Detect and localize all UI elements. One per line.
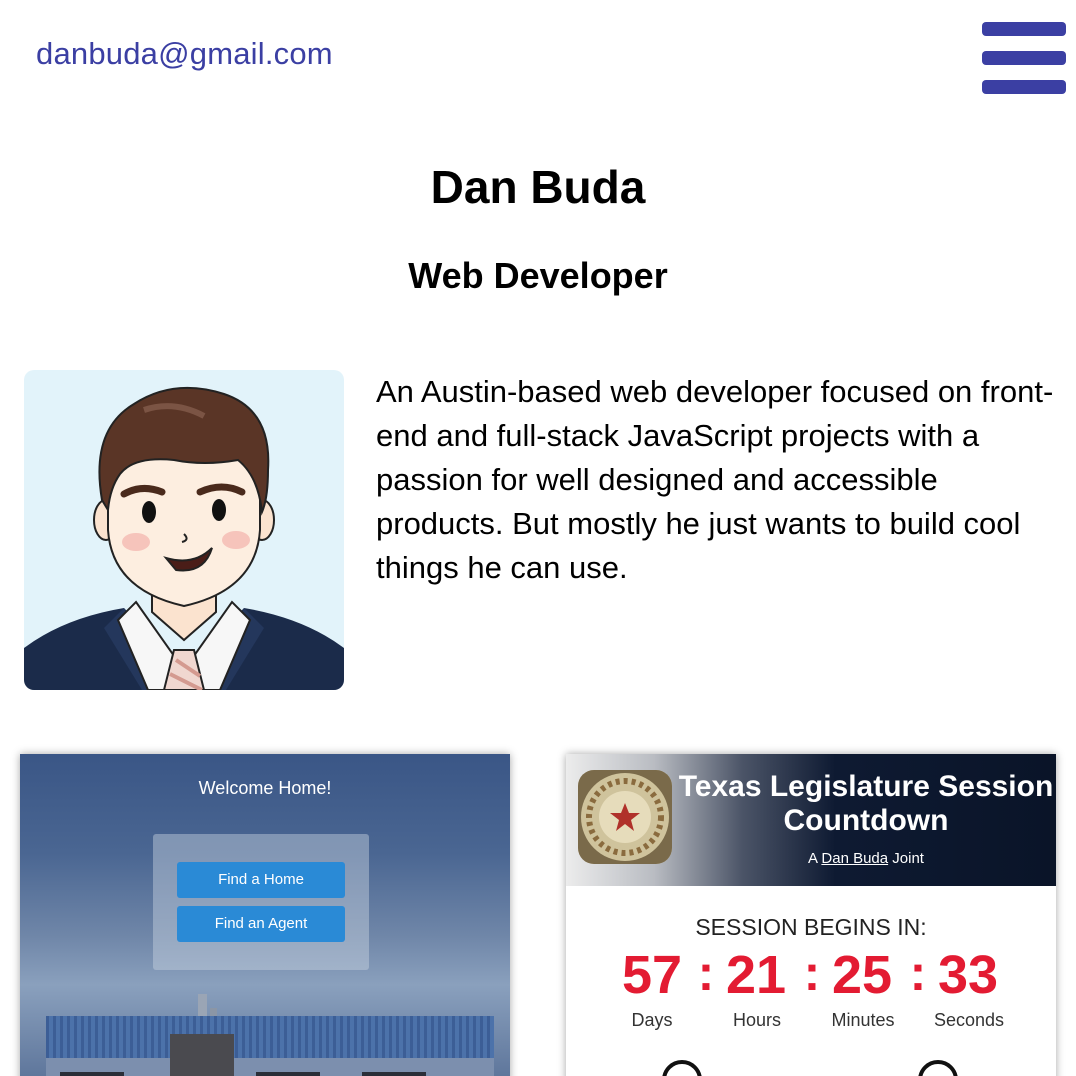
prev-arrow-icon[interactable] [662,1060,702,1076]
bio-text: An Austin-based web developer focused on… [376,374,1054,585]
countdown-hours: 21 [725,945,787,1005]
countdown-numbers: 57 : 21 : 25 : 33 [566,944,1056,1008]
house-window [60,1072,124,1076]
session-label: SESSION BEGINS IN: [695,914,927,940]
project-welcome-text: Welcome Home! [198,778,332,798]
search-panel: Find a Home Find an Agent [153,834,369,970]
avatar [24,370,344,690]
menu-bar [982,22,1066,36]
countdown-days: 57 [621,945,683,1005]
countdown-title: Texas Legislature Session Countdown [678,770,1054,837]
countdown-byline: A Dan Buda Joint [678,850,1054,867]
house-roof [46,1016,494,1060]
unit-minutes: Minutes [831,1010,895,1030]
unit-days: Days [631,1010,673,1030]
avatar-illustration-icon [24,386,344,690]
find-home-button[interactable]: Find a Home [177,862,345,898]
project-card-home-search[interactable]: Welcome Home! Find a Home Find an Agent [20,754,510,1076]
byline-prefix: A [808,850,818,867]
hamburger-menu-icon[interactable] [982,22,1066,94]
find-agent-button[interactable]: Find an Agent [177,906,345,942]
unit-hours: Hours [732,1010,781,1030]
page-subtitle: Web Developer [408,255,668,296]
house-chimney [170,1034,234,1076]
byline-suffix: Joint [892,850,924,867]
countdown-seconds: 33 [937,945,999,1005]
house-window [362,1072,426,1076]
project-card-countdown[interactable]: Texas Legislature Session Countdown A Da… [566,754,1056,1076]
countdown-minutes: 25 [831,945,893,1005]
page-title: Dan Buda [430,161,646,213]
page: danbuda@gmail.com Dan Buda Web Developer [0,0,1076,1076]
byline-author-link[interactable]: Dan Buda [821,850,888,867]
menu-bar [982,51,1066,65]
unit-seconds: Seconds [933,1010,1005,1030]
email-link[interactable]: danbuda@gmail.com [36,36,333,72]
next-arrow-icon[interactable] [918,1060,958,1076]
menu-bar [982,80,1066,94]
house-window [256,1072,320,1076]
capitol-dome-logo-icon [578,770,672,864]
